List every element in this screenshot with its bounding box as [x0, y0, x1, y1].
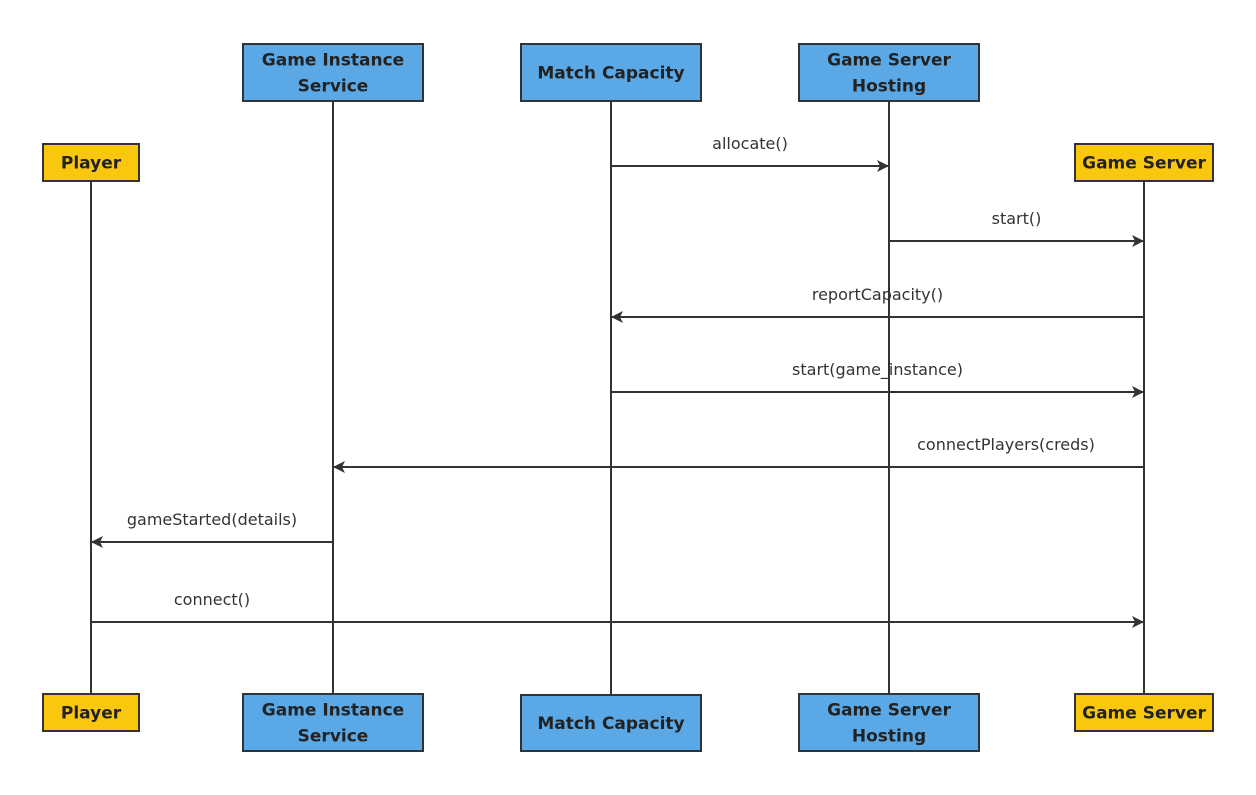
participant-label: Match Capacity: [537, 64, 684, 84]
participant-label: Game Server: [827, 51, 951, 71]
participant-label: Hosting: [852, 77, 926, 97]
message-label: gameStarted(details): [127, 510, 297, 529]
participant-gsh-top: Game Server Hosting: [798, 43, 980, 102]
participant-player-bot: Player: [42, 693, 140, 732]
participant-label: Service: [298, 77, 369, 97]
message-4: connectPlayers(creds): [333, 435, 1144, 473]
participant-gs-bot: Game Server: [1074, 693, 1214, 732]
message-3: start(game_instance): [611, 360, 1144, 398]
message-label: connectPlayers(creds): [917, 435, 1095, 454]
participant-gis-top: Game Instance Service: [242, 43, 424, 102]
message-5: gameStarted(details): [91, 510, 333, 548]
participant-label: Game Server: [1082, 704, 1206, 724]
message-0: allocate(): [611, 134, 889, 172]
participant-label: Game Instance: [262, 701, 404, 721]
message-label: reportCapacity(): [812, 285, 943, 304]
participant-gis-bot: Game Instance Service: [242, 693, 424, 752]
participant-mc-top: Match Capacity: [520, 43, 702, 102]
participant-label: Game Server: [1082, 154, 1206, 174]
message-1: start(): [889, 209, 1144, 247]
message-label: start(): [992, 209, 1042, 228]
participant-label: Player: [61, 704, 122, 724]
message-label: allocate(): [712, 134, 788, 153]
message-label: connect(): [174, 590, 250, 609]
participant-label: Hosting: [852, 727, 926, 747]
participant-label: Player: [61, 154, 122, 174]
message-6: connect(): [91, 590, 1144, 628]
participant-label: Service: [298, 727, 369, 747]
sequence-diagram: PlayerPlayerGame InstanceServiceGame Ins…: [42, 43, 1214, 752]
participant-mc-bot: Match Capacity: [520, 694, 702, 752]
participant-gsh-bot: Game Server Hosting: [798, 693, 980, 752]
participant-gs-top: Game Server: [1074, 143, 1214, 182]
message-label: start(game_instance): [792, 360, 963, 380]
participant-player-top: Player: [42, 143, 140, 182]
participant-label: Game Server: [827, 701, 951, 721]
participant-label: Match Capacity: [537, 714, 684, 734]
message-2: reportCapacity(): [611, 285, 1144, 323]
participant-label: Game Instance: [262, 51, 404, 71]
